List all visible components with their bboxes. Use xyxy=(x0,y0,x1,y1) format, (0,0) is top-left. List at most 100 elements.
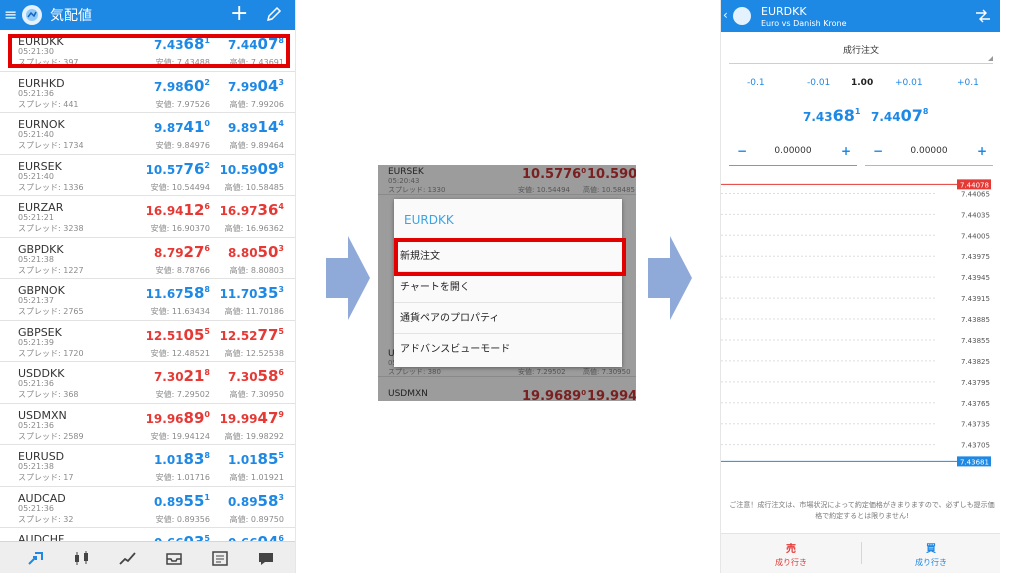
ask-price: 12.52775 xyxy=(219,325,284,344)
quote-spread: スプレッド: 2765 xyxy=(18,307,84,316)
take-profit-underline xyxy=(865,165,993,166)
add-symbol-icon[interactable]: + xyxy=(230,3,248,25)
take-profit-value[interactable]: 0.00000 xyxy=(865,146,993,156)
y-tick-label: 7.43795 xyxy=(961,379,990,387)
quote-time: 05:21:36 xyxy=(18,88,54,98)
quote-high: 高値: 7.99206 xyxy=(229,99,284,109)
quote-high: 高値: 0.89750 xyxy=(229,514,284,524)
quote-row[interactable]: EURUSD 05:21:38 スプレッド: 17 1.01838 1.01855 安値:… xyxy=(0,445,295,487)
ask-price: 0.89583 xyxy=(227,491,284,510)
menu-item-new-order[interactable]: 新規注文 xyxy=(394,241,622,272)
bid-price: 9.87410 xyxy=(153,118,210,136)
quote-row[interactable]: EURSEK 05:21:40 スプレッド: 1336 10.57762 10.5909… xyxy=(0,155,295,196)
volume-value[interactable]: 1.00 xyxy=(851,78,873,88)
quote-low: 安値: 11.63434 xyxy=(150,307,210,316)
order-type-select[interactable]: 成行注文 xyxy=(729,42,993,64)
symbol-switch-icon[interactable] xyxy=(974,8,992,28)
order-buttons: 売 成り行き 買 成り行き xyxy=(721,533,1000,573)
ask-price: 16.97364 xyxy=(219,201,284,219)
quote-row[interactable]: AUDCAD 05:21:36 スプレッド: 32 0.89551 0.89583 安値:… xyxy=(0,487,295,528)
y-tick-label: 7.44035 xyxy=(961,211,990,219)
stop-loss-plus-button[interactable]: + xyxy=(841,144,851,158)
stop-loss-value[interactable]: 0.00000 xyxy=(729,146,857,156)
order-top-bar: ‹ EURDKK Euro vs Danish Krone xyxy=(721,0,1000,32)
volume-plus-0.1-button[interactable]: +0.1 xyxy=(957,78,979,88)
take-profit-stepper[interactable]: − 0.00000 + xyxy=(865,144,993,166)
quote-row[interactable]: USDMXN 05:21:36 スプレッド: 2589 19.96890 19.9947… xyxy=(0,404,295,445)
y-tick-label: 7.43915 xyxy=(961,295,990,303)
buy-button[interactable]: 買 成り行き xyxy=(861,540,1000,568)
line-chart-icon[interactable] xyxy=(118,549,138,567)
tick-chart: 7.44065 7.44035 7.44005 7.43975 7.43945 7.439… xyxy=(721,179,991,467)
quote-row[interactable]: USDDKK 05:21:36 スプレッド: 368 7.30218 7.30586 安値… xyxy=(0,362,295,404)
quote-spread: スプレッド: 397 xyxy=(18,58,79,67)
ask-price: 8.80503 xyxy=(227,242,284,261)
quote-time: 05:20:43 xyxy=(388,177,420,185)
sell-sublabel: 成り行き xyxy=(775,558,807,567)
bid-price: 1.01838 xyxy=(153,450,210,468)
stop-loss-stepper[interactable]: − 0.00000 + xyxy=(729,144,857,166)
chat-icon[interactable] xyxy=(256,549,276,567)
sell-button[interactable]: 売 成り行き xyxy=(721,540,861,568)
quote-spread: スプレッド: 3238 xyxy=(18,224,84,233)
news-icon[interactable] xyxy=(210,549,230,567)
quote-spread: スプレッド: 32 xyxy=(18,514,74,524)
quote-low: 安値: 7.43488 xyxy=(155,58,210,67)
quote-high: 高値: 12.52538 xyxy=(224,348,284,358)
ask-price: 11.70353 xyxy=(219,284,284,302)
quote-symbol: USDMXN xyxy=(388,389,428,399)
quote-spread: スプレッド: 1330 xyxy=(388,186,446,194)
menu-icon[interactable]: ≡ xyxy=(4,7,18,23)
back-icon[interactable]: ‹ xyxy=(723,8,728,22)
y-tick-label: 7.43825 xyxy=(961,358,990,366)
app-logo-icon xyxy=(22,5,42,25)
order-symbol-description: Euro vs Danish Krone xyxy=(761,19,847,28)
quote-spread: スプレッド: 380 xyxy=(388,368,441,376)
menu-item-symbol-properties[interactable]: 通貨ペアのプロパティ xyxy=(394,303,622,334)
quote-row[interactable]: EURDKK 05:21:30 スプレッド: 397 7.43681 7.44078 安値… xyxy=(0,30,295,72)
ask-price: 7.99043 xyxy=(227,76,284,95)
quote-high: 高値: 7.43691 xyxy=(229,58,284,67)
quotes-screen: ≡ 気配値 + EURDKK 05:21:30 スプレッド: 397 7.43681 7… xyxy=(0,0,296,573)
stop-loss-underline xyxy=(729,165,857,166)
arrow-right-icon xyxy=(326,236,370,320)
dialog-title: EURDKK xyxy=(394,199,622,241)
volume-minus-0.01-button[interactable]: -0.01 xyxy=(807,78,830,88)
order-type-label: 成行注文 xyxy=(842,46,879,56)
buy-label: 買 xyxy=(926,544,936,555)
inbox-icon[interactable] xyxy=(164,549,184,567)
quote-row[interactable]: EURZAR 05:21:21 スプレッド: 3238 16.94126 16.9736… xyxy=(0,196,295,238)
quote-time: 05:21:36 xyxy=(18,420,54,430)
quote-time: 05:21:38 xyxy=(18,254,54,264)
quote-spread: スプレッド: 1720 xyxy=(18,348,84,358)
candlestick-chart-icon[interactable] xyxy=(72,549,92,567)
bid-price: 16.94126 xyxy=(145,201,210,219)
quote-high: 高値: 16.96362 xyxy=(224,224,284,233)
take-profit-plus-button[interactable]: + xyxy=(977,144,987,158)
bid-price: 19.96890 xyxy=(522,389,587,401)
quote-low: 安値: 0.89356 xyxy=(155,514,210,524)
quote-row[interactable]: GBPNOK 05:21:37 スプレッド: 2765 11.67588 11.7035… xyxy=(0,279,295,321)
order-disclaimer: ご注意！成行注文は、市場状況によって約定価格がきまりますので、必ずしも提示価格で… xyxy=(729,501,995,520)
trade-icon[interactable] xyxy=(26,549,46,567)
quote-spread: スプレッド: 2589 xyxy=(18,431,84,441)
quote-row[interactable]: EURHKD 05:21:36 スプレッド: 441 7.98602 7.99043 安値… xyxy=(0,72,295,113)
quote-low: 安値: 8.78766 xyxy=(155,265,210,275)
volume-plus-0.01-button[interactable]: +0.01 xyxy=(895,78,923,88)
volume-minus-0.1-button[interactable]: -0.1 xyxy=(747,78,765,88)
quote-row[interactable]: GBPSEK 05:21:39 スプレッド: 1720 12.51055 12.5277… xyxy=(0,321,295,362)
bid-price: 19.96890 xyxy=(145,408,210,427)
menu-item-advanced-view[interactable]: アドバンスビューモード xyxy=(394,334,622,365)
context-menu-screen: EURSEK05:20:43スプレッド: 1330 10.5776010.5909… xyxy=(378,165,636,401)
quote-row[interactable]: EURNOK 05:21:40 スプレッド: 1734 9.87410 9.89144 安… xyxy=(0,113,295,155)
bid-price: 7.43681 xyxy=(803,106,861,125)
quote-spread: スプレッド: 1227 xyxy=(18,265,84,275)
quote-row[interactable]: GBPDKK 05:21:38 スプレッド: 1227 8.79276 8.80503 安… xyxy=(0,238,295,279)
quotes-list: EURDKK 05:21:30 スプレッド: 397 7.43681 7.44078 安値… xyxy=(0,30,295,570)
quote-time: 05:21:38 xyxy=(18,462,54,471)
y-tick-label: 7.43705 xyxy=(961,442,990,450)
quote-high: 高値: 10.58485 xyxy=(224,182,284,192)
menu-item-open-chart[interactable]: チャートを開く xyxy=(394,272,622,303)
quote-low: 安値: 7.29502 xyxy=(518,368,566,376)
edit-icon[interactable] xyxy=(266,6,282,26)
